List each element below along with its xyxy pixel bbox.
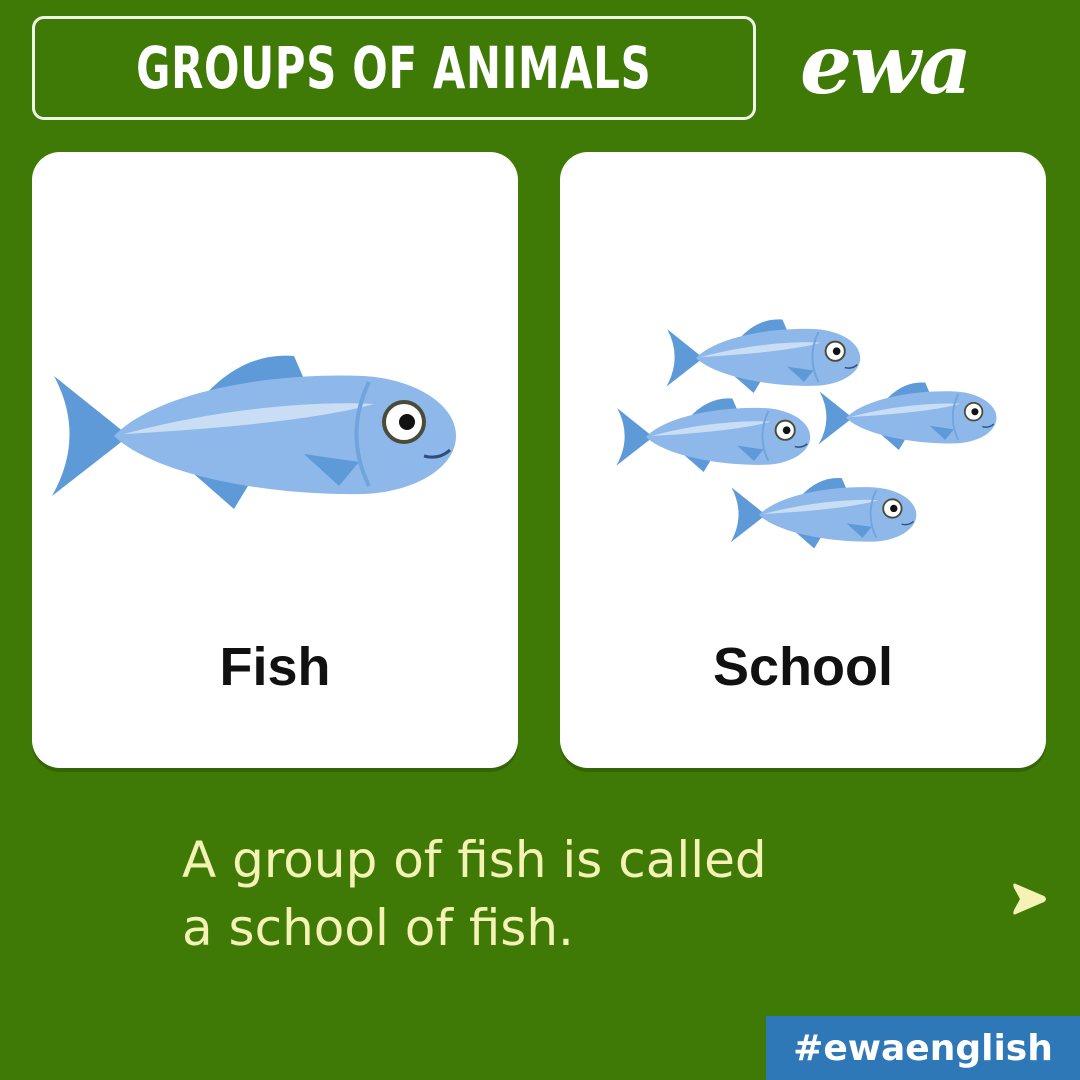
card-label-school: School: [712, 637, 893, 697]
card-school: School: [560, 152, 1046, 768]
page-title: GROUPS OF ANIMALS: [136, 34, 652, 102]
next-arrow-icon[interactable]: [1008, 878, 1050, 920]
card-fish: Fish: [32, 152, 518, 768]
card-label-fish: Fish: [219, 637, 331, 697]
hashtag-badge: #ewaenglish: [766, 1016, 1080, 1080]
ewa-logo: ewa: [800, 17, 972, 113]
caption-line-1: A group of fish is called: [182, 831, 767, 889]
caption-line-2: a school of fish.: [182, 899, 574, 957]
title-banner: GROUPS OF ANIMALS: [32, 16, 756, 120]
caption: A group of fish is called a school of fi…: [182, 826, 962, 962]
